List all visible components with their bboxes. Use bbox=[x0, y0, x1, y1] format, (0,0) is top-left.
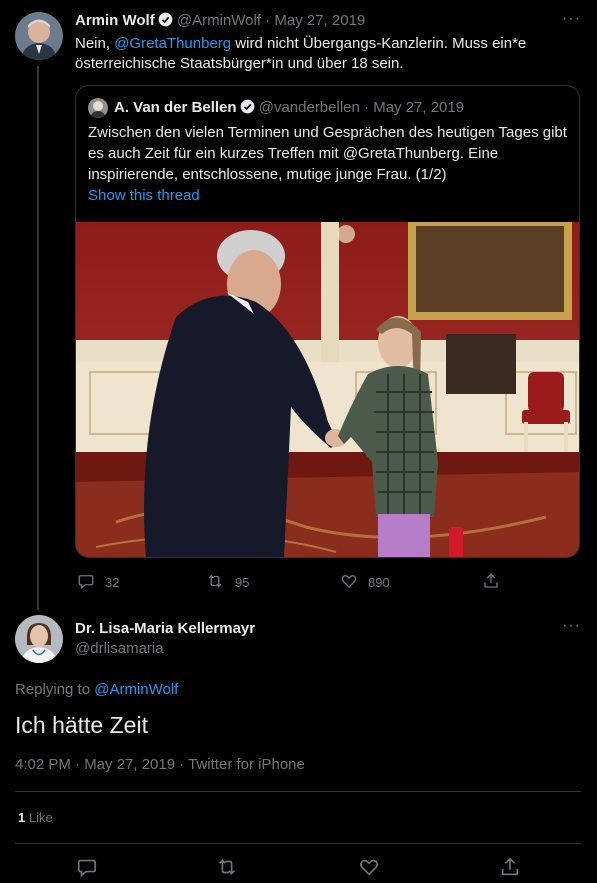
avatar-lisa-maria[interactable] bbox=[15, 615, 63, 663]
avatar-van-der-bellen[interactable] bbox=[88, 98, 108, 118]
thread-line bbox=[37, 66, 39, 610]
verified-icon bbox=[240, 99, 255, 114]
tweet-header: Armin Wolf @ArminWolf · May 27, 2019 bbox=[75, 12, 365, 30]
quote-photo[interactable] bbox=[76, 222, 579, 557]
share-icon bbox=[482, 572, 500, 593]
avatar-armin-wolf[interactable] bbox=[15, 12, 63, 60]
mention-link[interactable]: @GretaThunberg bbox=[114, 35, 231, 52]
likes-count: 1 bbox=[18, 810, 26, 825]
replying-to: Replying to @ArminWolf bbox=[15, 681, 178, 699]
like-icon bbox=[358, 859, 380, 882]
quote-author-handle[interactable]: @vanderbellen bbox=[259, 99, 360, 116]
quoted-tweet[interactable]: A. Van der Bellen @vanderbellen · May 27… bbox=[75, 85, 580, 558]
retweet-action[interactable]: 95 bbox=[205, 572, 249, 593]
reply-icon bbox=[77, 572, 95, 593]
reply-text: Ich hätte Zeit bbox=[15, 712, 148, 738]
share-action[interactable] bbox=[482, 572, 500, 593]
more-icon[interactable]: ··· bbox=[562, 617, 581, 635]
share-icon bbox=[499, 857, 521, 882]
like-action[interactable]: 890 bbox=[340, 572, 390, 593]
likes-summary[interactable]: 1 Like bbox=[18, 810, 53, 826]
author-handle[interactable]: @ArminWolf bbox=[177, 12, 261, 29]
quote-author-name[interactable]: A. Van der Bellen bbox=[114, 99, 237, 116]
like-icon bbox=[340, 572, 358, 593]
reply-timestamp[interactable]: 4:02 PM · May 27, 2019 · Twitter for iPh… bbox=[15, 756, 305, 774]
quote-text: Zwischen den vielen Terminen und Gespräc… bbox=[88, 124, 567, 183]
reply-author-handle[interactable]: @drlisamaria bbox=[75, 640, 164, 658]
quote-header: A. Van der Bellen @vanderbellen · May 27… bbox=[114, 99, 464, 117]
like-count: 890 bbox=[368, 575, 390, 590]
reply-count: 32 bbox=[105, 575, 120, 590]
replying-to-handle[interactable]: @ArminWolf bbox=[94, 681, 178, 698]
reply-author-name[interactable]: Dr. Lisa-Maria Kellermayr bbox=[75, 620, 255, 638]
more-icon[interactable]: ··· bbox=[562, 10, 581, 28]
author-name[interactable]: Armin Wolf bbox=[75, 12, 155, 29]
verified-icon bbox=[158, 12, 173, 27]
retweet-icon bbox=[205, 572, 225, 593]
reply-icon bbox=[76, 859, 98, 882]
divider bbox=[15, 843, 581, 844]
tweet-text: Nein, @GretaThunberg wird nicht Übergang… bbox=[75, 34, 555, 74]
replying-to-label: Replying to bbox=[15, 681, 95, 698]
retweet-count: 95 bbox=[235, 575, 250, 590]
likes-label: Like bbox=[28, 810, 53, 825]
reply-action[interactable]: 32 bbox=[77, 572, 119, 593]
show-thread-link[interactable]: Show this thread bbox=[88, 186, 200, 206]
tweet-date[interactable]: · May 27, 2019 bbox=[265, 12, 365, 29]
divider bbox=[15, 791, 581, 792]
quote-date[interactable]: · May 27, 2019 bbox=[364, 99, 464, 116]
tweet-text-start: Nein, bbox=[75, 35, 115, 52]
retweet-icon bbox=[215, 859, 239, 882]
